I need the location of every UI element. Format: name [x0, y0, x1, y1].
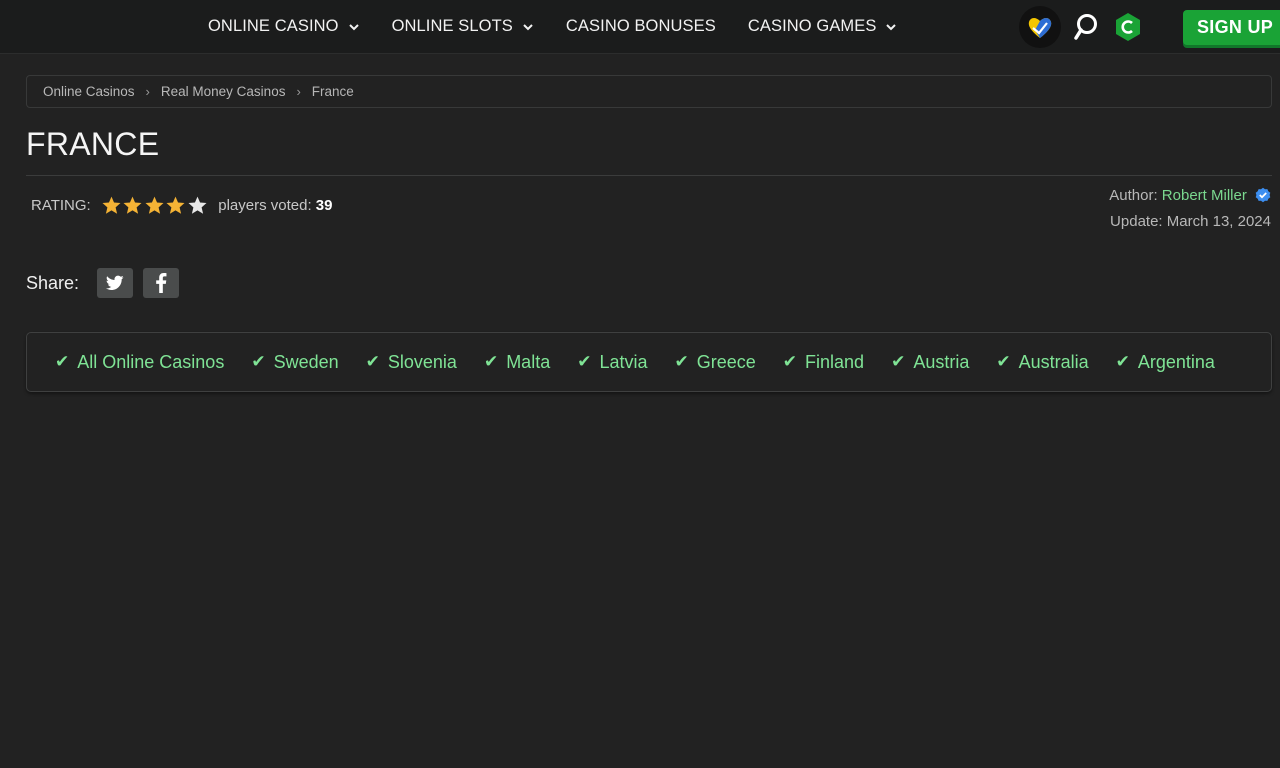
country-link[interactable]: ✔ All Online Casinos — [55, 352, 224, 373]
ukraine-support-icon[interactable] — [1019, 6, 1061, 48]
country-link[interactable]: ✔ Sweden — [251, 352, 338, 373]
nav-label: ONLINE SLOTS — [391, 17, 513, 35]
star-filled-icon[interactable] — [144, 195, 165, 216]
checkmark-icon: ✔ — [996, 352, 1011, 371]
nav-online-slots[interactable]: ONLINE SLOTS — [392, 17, 534, 36]
country-link[interactable]: ✔ Latvia — [577, 352, 647, 373]
star-filled-icon[interactable] — [122, 195, 143, 216]
country-link-label: Greece — [696, 351, 756, 372]
facebook-share-button[interactable] — [143, 268, 180, 298]
article-meta: Author: Robert Miller Update: March 13, … — [1109, 184, 1271, 233]
twitter-share-button[interactable] — [97, 268, 134, 298]
country-link-label: Latvia — [599, 351, 648, 372]
author-line: Author: Robert Miller — [1109, 184, 1271, 210]
author-name-link[interactable]: Robert Miller — [1162, 187, 1247, 204]
country-link[interactable]: ✔ Malta — [484, 352, 550, 373]
country-links-box: ✔ All Online Casinos ✔ Sweden ✔ Slovenia ✔ Malt… — [26, 332, 1272, 392]
author-label: Author: — [1109, 187, 1158, 204]
main-nav: ONLINE CASINO ONLINE SLOTS CASINO BONUSE… — [208, 0, 929, 53]
country-link-label: Argentina — [1137, 351, 1215, 372]
update-date: March 13, 2024 — [1166, 213, 1271, 230]
nav-casino-games[interactable]: CASINO GAMES — [748, 17, 898, 36]
update-label: Update: — [1110, 213, 1163, 230]
checkmark-icon: ✔ — [891, 352, 906, 371]
nav-label: CASINO BONUSES — [565, 17, 716, 35]
checkmark-icon: ✔ — [1115, 352, 1130, 371]
votes-count: 39 — [315, 197, 333, 214]
country-link[interactable]: ✔ Austria — [891, 352, 969, 373]
page-title: FRANCE — [26, 126, 160, 162]
country-link-label: Malta — [506, 351, 551, 372]
breadcrumb-link-online-casinos[interactable]: Online Casinos — [43, 84, 135, 99]
votes-label: players voted: — [218, 197, 312, 214]
rating-label: RATING: — [31, 197, 91, 214]
sign-up-button[interactable]: SIGN UP — [1183, 10, 1280, 45]
chevron-right-icon: › — [296, 84, 301, 99]
star-filled-icon[interactable] — [165, 195, 186, 216]
title-divider — [26, 175, 1272, 176]
checkmark-icon: ✔ — [782, 352, 798, 371]
rating-widget: RATING: players voted: 39 — [31, 195, 332, 216]
verified-badge-icon — [1255, 187, 1271, 210]
country-link[interactable]: ✔ Greece — [675, 352, 756, 373]
checkmark-icon: ✔ — [365, 352, 380, 371]
nav-online-casino[interactable]: ONLINE CASINO — [208, 17, 360, 36]
twitter-icon — [106, 275, 124, 290]
nav-label: ONLINE CASINO — [208, 17, 339, 35]
checkmark-icon: ✔ — [251, 352, 266, 371]
country-link-label: All Online Casinos — [77, 351, 225, 372]
chevron-down-icon — [522, 21, 534, 33]
checkmark-icon: ✔ — [674, 352, 689, 371]
chevron-down-icon — [885, 21, 897, 33]
country-link-label: Austria — [913, 351, 970, 372]
breadcrumb: Online Casinos › Real Money Casinos › Fr… — [26, 75, 1272, 108]
chevron-right-icon: › — [145, 84, 150, 99]
breadcrumb-current: France — [311, 84, 354, 99]
country-link[interactable]: ✔ Australia — [996, 352, 1088, 373]
country-link-label: Finland — [805, 351, 865, 372]
nav-casino-bonuses[interactable]: CASINO BONUSES — [566, 17, 716, 36]
facebook-icon — [156, 273, 167, 293]
country-link-label: Slovenia — [387, 351, 457, 372]
casino-logo-icon[interactable] — [1113, 12, 1143, 42]
rating-stars[interactable] — [101, 195, 209, 216]
breadcrumb-link-real-money-casinos[interactable]: Real Money Casinos — [161, 84, 286, 99]
votes-text: players voted: 39 — [218, 197, 332, 214]
update-line: Update: March 13, 2024 — [1109, 210, 1271, 233]
checkmark-icon: ✔ — [483, 352, 499, 371]
top-navigation-bar: ONLINE CASINO ONLINE SLOTS CASINO BONUSE… — [0, 0, 1280, 54]
nav-label: CASINO GAMES — [747, 17, 877, 35]
share-bar: Share: — [26, 268, 189, 298]
top-icons — [1019, 6, 1143, 48]
checkmark-icon: ✔ — [577, 352, 592, 371]
chat-icon[interactable] — [1071, 12, 1101, 42]
star-filled-icon[interactable] — [101, 195, 122, 216]
star-empty-icon[interactable] — [187, 195, 208, 216]
country-link-label: Sweden — [273, 351, 339, 372]
checkmark-icon: ✔ — [55, 352, 70, 371]
chevron-down-icon — [348, 21, 360, 33]
share-label: Share: — [26, 272, 80, 293]
country-link-label: Australia — [1018, 351, 1089, 372]
country-link[interactable]: ✔ Slovenia — [366, 352, 457, 373]
country-link[interactable]: ✔ Argentina — [1116, 352, 1215, 373]
country-link[interactable]: ✔ Finland — [783, 352, 864, 373]
